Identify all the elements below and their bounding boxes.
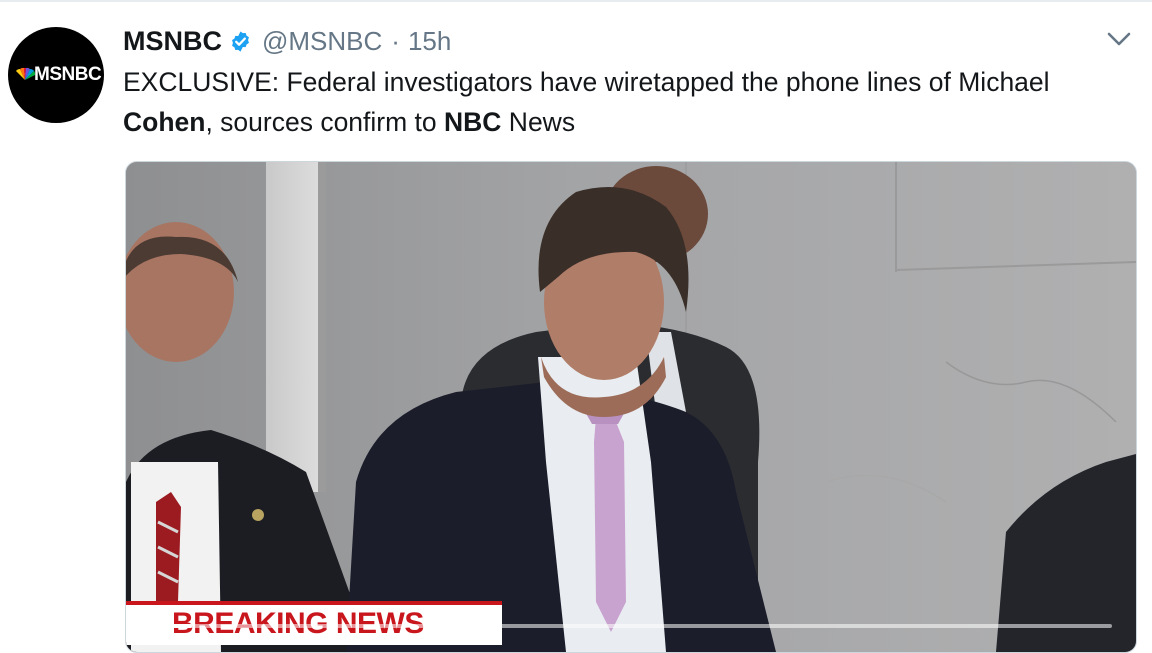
verified-badge-icon [232,30,249,52]
tweet-card[interactable]: MSNBC MSNBC @MSNBC · 15h EXCLUSIVE: Fede… [0,0,1152,653]
tweet-timestamp[interactable]: 15h [408,26,451,57]
avatar[interactable]: MSNBC [8,27,104,123]
video-progress-track[interactable] [154,624,1112,628]
header-separator: · [391,25,400,56]
peacock-logo-icon [16,67,36,80]
tweet-text-part: News [501,107,576,137]
avatar-logo-text: MSNBC [34,64,102,85]
tweet-text-bold-network: NBC [444,107,502,137]
video-frame-image [126,162,1136,652]
tweet-text-part: , sources confirm to [205,107,445,137]
tweet-text: EXCLUSIVE: Federal investigators have wi… [123,62,1133,142]
video-player[interactable]: BREAKING NEWS [125,161,1137,653]
account-handle[interactable]: @MSNBC [262,26,382,57]
tweet-header: MSNBC @MSNBC · 15h [123,24,451,58]
tweet-text-bold-name: Cohen [123,107,206,137]
chevron-down-icon[interactable] [1106,30,1132,48]
video-progress-fill [154,624,193,628]
account-name[interactable]: MSNBC [123,26,222,57]
tweet-text-part: EXCLUSIVE: Federal investigators have wi… [123,67,1050,97]
